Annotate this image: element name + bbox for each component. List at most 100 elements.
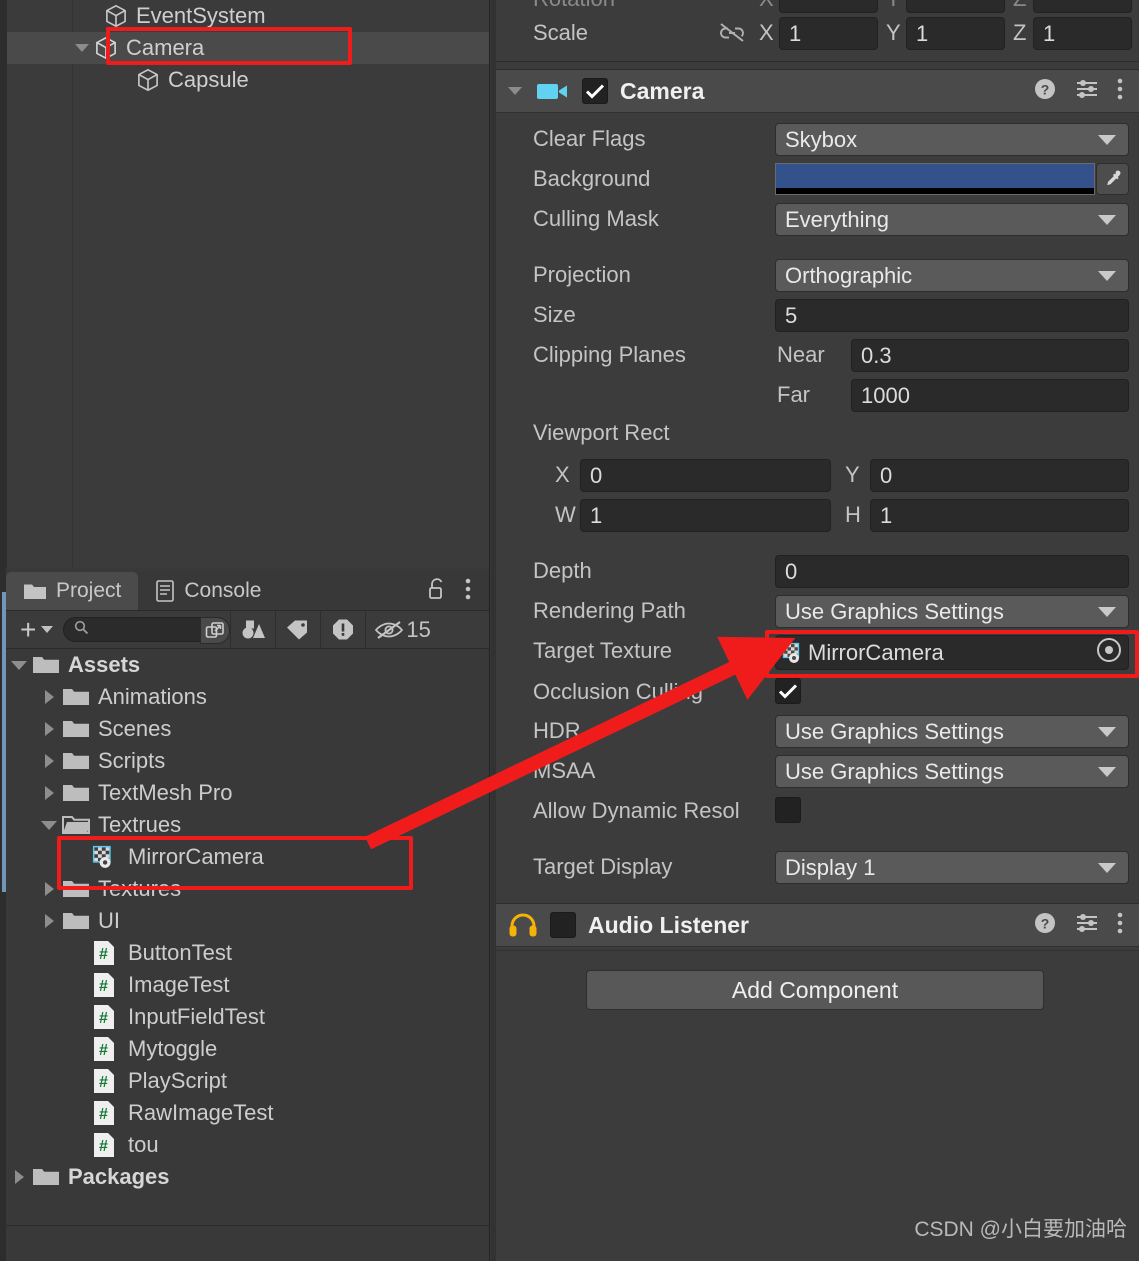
- project-tree-item[interactable]: Scripts: [6, 745, 489, 777]
- audio-listener-enabled-checkbox[interactable]: [550, 912, 576, 938]
- preset-icon[interactable]: [1075, 77, 1099, 106]
- project-tree-item[interactable]: Animations: [6, 681, 489, 713]
- scale-z-field[interactable]: 1: [1033, 17, 1132, 50]
- chevron-right-icon[interactable]: [36, 754, 62, 768]
- project-tree-item[interactable]: # ButtonTest: [6, 937, 489, 969]
- far-field[interactable]: 1000: [851, 379, 1129, 412]
- camera-enabled-checkbox[interactable]: [582, 78, 608, 104]
- chevron-right-icon[interactable]: [6, 1170, 32, 1184]
- occlusion-culling-checkbox[interactable]: [775, 678, 801, 704]
- eyedropper-icon[interactable]: [1096, 163, 1129, 195]
- kebab-menu-icon[interactable]: [1117, 78, 1123, 105]
- culling-mask-row: Culling Mask Everything: [496, 203, 1139, 236]
- project-tree-item[interactable]: UI: [6, 905, 489, 937]
- hdr-dropdown[interactable]: Use Graphics Settings: [775, 715, 1129, 748]
- background-color-swatch[interactable]: [775, 163, 1095, 195]
- size-field[interactable]: 5: [775, 299, 1129, 332]
- camera-component-header[interactable]: Camera ?: [496, 69, 1139, 113]
- project-tree-item[interactable]: Scenes: [6, 713, 489, 745]
- chevron-right-icon[interactable]: [36, 914, 62, 928]
- viewport-rect-row: Viewport Rect: [496, 420, 1139, 450]
- help-icon[interactable]: ?: [1033, 77, 1057, 106]
- link-off-icon[interactable]: [718, 20, 746, 49]
- depth-field[interactable]: 0: [775, 555, 1129, 588]
- tab-console[interactable]: Console: [138, 572, 278, 610]
- viewport-x-field[interactable]: 0: [580, 459, 831, 492]
- chevron-down-icon[interactable]: [36, 820, 62, 830]
- chevron-right-icon[interactable]: [36, 722, 62, 736]
- allow-dynamic-resolution-row: Allow Dynamic Resol: [496, 797, 1139, 827]
- project-tree-item[interactable]: Assets: [6, 649, 489, 681]
- search-input[interactable]: [63, 617, 231, 644]
- projection-value: Orthographic: [785, 262, 913, 288]
- project-tree-item[interactable]: # PlayScript: [6, 1065, 489, 1097]
- clear-flags-dropdown[interactable]: Skybox: [775, 123, 1129, 156]
- script-icon: #: [92, 1004, 120, 1030]
- viewport-y-field[interactable]: 0: [870, 459, 1129, 492]
- chevron-down-icon: [41, 626, 54, 633]
- project-statusbar: [6, 1225, 489, 1261]
- viewport-h-field[interactable]: 1: [870, 499, 1129, 532]
- rendering-path-row: Rendering Path Use Graphics Settings: [496, 595, 1139, 628]
- scale-x-field[interactable]: 1: [779, 17, 878, 50]
- target-texture-row: Target Texture MirrorCamera: [496, 635, 1139, 670]
- console-icon: [155, 580, 175, 602]
- add-component-button[interactable]: Add Component: [586, 970, 1044, 1010]
- filter-by-type-icon[interactable]: [230, 610, 275, 649]
- target-display-dropdown[interactable]: Display 1: [775, 851, 1129, 884]
- depth-label: Depth: [533, 558, 592, 583]
- scale-y-field[interactable]: 1: [906, 17, 1005, 50]
- project-tree-item[interactable]: # RawImageTest: [6, 1097, 489, 1129]
- tab-project-label: Project: [56, 579, 122, 602]
- chevron-right-icon[interactable]: [36, 882, 62, 896]
- viewport-w-value: 1: [590, 502, 603, 528]
- project-tree-item[interactable]: # Mytoggle: [6, 1033, 489, 1065]
- foldout-toggle[interactable]: [71, 32, 93, 64]
- project-tree-item[interactable]: TextMesh Pro: [6, 777, 489, 809]
- far-label: Far: [777, 382, 810, 407]
- project-tree-item[interactable]: Textures: [6, 873, 489, 905]
- lock-open-icon[interactable]: [427, 577, 447, 606]
- hidden-assets-count: 15: [406, 616, 431, 642]
- gameobject-cube-icon: [103, 3, 129, 29]
- rendering-path-dropdown[interactable]: Use Graphics Settings: [775, 595, 1129, 628]
- project-asset-tree[interactable]: Assets Animations Scenes Scripts TextMesh Pr…: [6, 649, 489, 1225]
- help-icon[interactable]: ?: [1033, 911, 1057, 940]
- projection-dropdown[interactable]: Orthographic: [775, 259, 1129, 292]
- size-label: Size: [533, 302, 576, 327]
- viewport-w-field[interactable]: 1: [580, 499, 831, 532]
- hierarchy-item-eventsystem[interactable]: EventSystem: [7, 0, 489, 32]
- msaa-dropdown[interactable]: Use Graphics Settings: [775, 755, 1129, 788]
- project-tree-item[interactable]: MirrorCamera: [6, 841, 489, 873]
- hierarchy-item-camera[interactable]: Camera: [7, 32, 489, 64]
- audio-listener-component-header[interactable]: Audio Listener ?: [496, 903, 1139, 947]
- project-tree-item[interactable]: Packages: [6, 1161, 489, 1193]
- project-tree-item[interactable]: # ImageTest: [6, 969, 489, 1001]
- chevron-right-icon[interactable]: [36, 786, 62, 800]
- project-tree-item[interactable]: Textrues: [6, 809, 489, 841]
- object-picker-icon[interactable]: [1094, 635, 1124, 671]
- culling-mask-dropdown[interactable]: Everything: [775, 203, 1129, 236]
- hidden-assets-toggle[interactable]: 15: [365, 610, 431, 649]
- project-tree-item[interactable]: # InputFieldTest: [6, 1001, 489, 1033]
- project-tree-item-label: Scripts: [98, 748, 166, 773]
- create-asset-button[interactable]: +: [6, 615, 63, 644]
- filter-warnings-icon[interactable]: [320, 610, 365, 649]
- kebab-menu-icon[interactable]: [1117, 912, 1123, 939]
- save-search-icon[interactable]: [200, 617, 231, 644]
- filter-by-label-icon[interactable]: [275, 610, 320, 649]
- chevron-down-icon[interactable]: [6, 660, 32, 670]
- scale-y-label: Y: [886, 20, 901, 45]
- allow-dynamic-resolution-checkbox[interactable]: [775, 797, 801, 823]
- transform-scale-row: Scale X 1 Y 1 Z 1: [496, 17, 1139, 50]
- near-field[interactable]: 0.3: [851, 339, 1129, 372]
- project-tree-item[interactable]: # tou: [6, 1129, 489, 1161]
- chevron-right-icon[interactable]: [36, 690, 62, 704]
- tab-project[interactable]: Project: [6, 572, 139, 610]
- kebab-menu-icon[interactable]: [465, 578, 471, 605]
- hierarchy-item-capsule[interactable]: Capsule: [7, 64, 489, 96]
- chevron-down-icon[interactable]: [508, 87, 522, 95]
- project-tree-item-label: Animations: [98, 684, 207, 709]
- target-texture-field[interactable]: MirrorCamera: [775, 635, 1129, 670]
- preset-icon[interactable]: [1075, 911, 1099, 940]
